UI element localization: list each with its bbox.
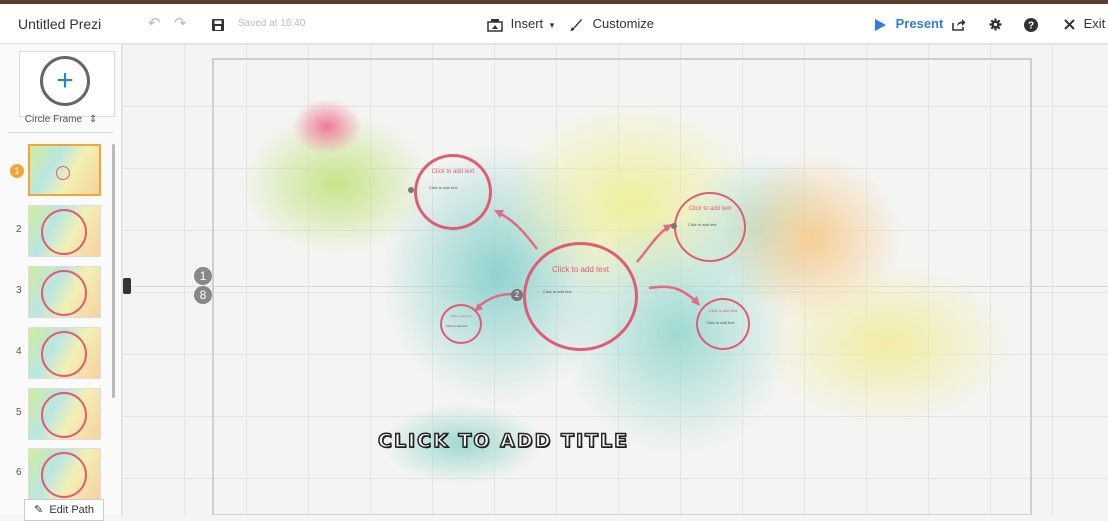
frame-title-text[interactable]: Click to add text (534, 265, 627, 274)
top-toolbar: Untitled Prezi ↶ ↷ Saved at 16:40 Insert… (0, 4, 1108, 44)
pencil-icon: ✎ (34, 504, 44, 516)
thumbnail-frame-ring (41, 209, 87, 255)
svg-text:?: ? (1028, 20, 1034, 31)
exit-button[interactable]: Exit (1064, 4, 1105, 44)
insert-icon (487, 16, 503, 32)
sidebar-scrollbar[interactable] (112, 144, 115, 398)
undo-icon[interactable]: ↶ (148, 4, 161, 44)
frame-body-text[interactable]: Click to add text (688, 222, 716, 227)
presentation-main-title[interactable]: CLICK TO ADD TITLE (377, 429, 629, 453)
present-button[interactable]: Present (875, 4, 943, 44)
thumbnail-frame-ring (56, 166, 70, 180)
thumbnail-frame-ring (41, 392, 87, 438)
save-icon[interactable] (212, 4, 224, 44)
frame-title-text[interactable]: Click to add text (443, 314, 479, 318)
save-status: Saved at 16:40 (238, 18, 306, 29)
frame-title-text[interactable]: Click to add text (700, 308, 746, 313)
share-icon[interactable] (952, 4, 966, 44)
frames-sidebar: + Circle Frame ⇕ 1 2 3 4 5 6 ✎ Edit Path (0, 44, 122, 521)
brush-icon (569, 16, 583, 31)
present-label: Present (895, 16, 944, 31)
frame-title-text[interactable]: Click to add text (680, 206, 740, 212)
presentation-title[interactable]: Untitled Prezi (18, 4, 101, 44)
frame-path-dot (671, 223, 677, 229)
step-thumbnail-2[interactable] (28, 205, 101, 257)
frame-body-text[interactable]: Click to add text (446, 324, 467, 328)
circle-frame[interactable] (674, 192, 746, 262)
insert-menu-button[interactable]: Insert ▾ (487, 4, 554, 44)
gear-icon[interactable] (989, 4, 1002, 44)
chevron-down-icon: ▾ (549, 20, 555, 30)
frame-type-label: Circle Frame (24, 114, 83, 125)
prezi-canvas[interactable]: Click to add text Click to add text Clic… (122, 44, 1108, 515)
customize-label: Customize (592, 16, 655, 31)
step-thumbnail-5[interactable] (28, 388, 101, 440)
step-thumbnail-6[interactable] (28, 448, 101, 500)
frame-body-text[interactable]: Click to add text (543, 289, 571, 294)
exit-label: Exit (1083, 16, 1106, 31)
step-number: 6 (16, 467, 22, 478)
insert-label: Insert (510, 16, 544, 31)
thumbnail-frame-ring (41, 270, 87, 316)
step-thumbnail-3[interactable] (28, 266, 101, 318)
sort-arrows-icon: ⇕ (88, 114, 98, 125)
circle-frame-main[interactable] (523, 242, 638, 351)
path-number-badge[interactable]: 8 (194, 286, 212, 304)
thumbnail-frame-ring (41, 331, 87, 377)
step-number: 3 (16, 285, 22, 296)
frame-body-text[interactable]: Click to add text (429, 185, 457, 190)
add-frame-button[interactable]: + (19, 51, 115, 117)
edit-path-label: Edit Path (49, 504, 94, 516)
frame-title-text[interactable]: Click to add text (422, 169, 484, 175)
redo-icon[interactable]: ↷ (174, 4, 187, 44)
path-step-number: 2 (511, 289, 523, 301)
step-thumbnail-4[interactable] (28, 327, 101, 379)
sidebar-divider (8, 132, 114, 133)
step-number: 2 (16, 224, 22, 235)
customize-button[interactable]: Customize (569, 4, 654, 44)
frame-body-text[interactable]: Click to add text (706, 320, 734, 325)
step-thumbnail-1[interactable] (28, 144, 101, 196)
circle-frame[interactable] (414, 154, 492, 230)
frame-path-dot (408, 187, 414, 193)
add-frame-circle: + (40, 56, 90, 106)
step-number: 5 (16, 407, 22, 418)
thumbnail-frame-ring (41, 452, 87, 498)
play-icon (875, 16, 886, 31)
edit-path-button[interactable]: ✎ Edit Path (24, 499, 104, 521)
plus-icon: + (56, 64, 74, 97)
close-icon (1064, 16, 1075, 31)
help-icon[interactable]: ? (1024, 4, 1038, 44)
step-number: 4 (16, 346, 22, 357)
frame-type-selector[interactable]: Circle Frame ⇕ (0, 114, 122, 125)
path-number-badge[interactable]: 1 (194, 267, 212, 285)
step-number-active: 1 (10, 164, 24, 178)
